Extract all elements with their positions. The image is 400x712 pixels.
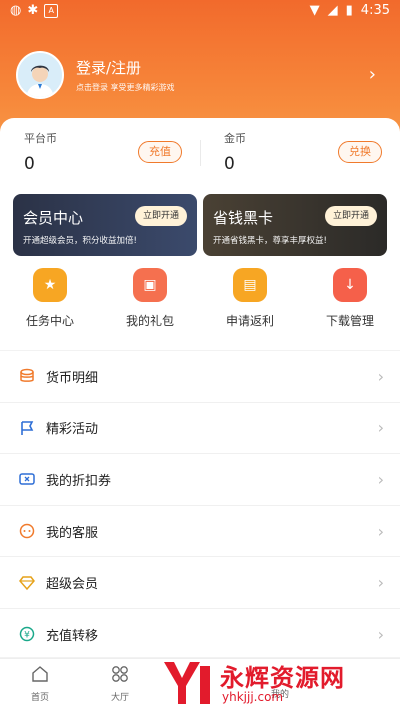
status-right: ▼ ◢ ▮ 4:35: [310, 3, 390, 18]
quick-label: 申请返利: [225, 314, 274, 328]
ticket-icon: [18, 470, 36, 488]
exchange-button[interactable]: 兑换: [338, 141, 382, 163]
quick-download-manager[interactable]: ↓ 下载管理: [310, 268, 390, 329]
quick-task-center[interactable]: ★ 任务中心: [10, 268, 90, 329]
profile-login[interactable]: 登录/注册 点击登录 享受更多精彩游戏 ›: [16, 51, 384, 99]
menu-customer-service[interactable]: 我的客服 ›: [0, 506, 400, 558]
chevron-right-icon[interactable]: ›: [369, 64, 376, 85]
platform-coin-label: 平台币: [24, 132, 57, 145]
svg-text:¥: ¥: [24, 631, 30, 641]
gold-coin-label: 金币: [224, 132, 246, 145]
coins-icon: [18, 367, 36, 385]
profile-text: 登录/注册 点击登录 享受更多精彩游戏: [76, 57, 175, 93]
menu-label: 超级会员: [46, 577, 99, 593]
login-subtitle: 点击登录 享受更多精彩游戏: [76, 83, 175, 92]
download-icon: ↓: [333, 268, 367, 302]
promo-subtitle: 开通超级会员，积分收益加倍!: [23, 236, 137, 246]
menu-list: 货币明细 › 精彩活动 › 我的折扣券 › 我的客服 › 超级会员 › ¥ 充值…: [0, 351, 400, 661]
platform-coin: 平台币 0: [24, 130, 57, 174]
avatar-icon: [18, 53, 62, 97]
app-notification-icon: A: [44, 3, 59, 18]
promo-subtitle: 开通省钱黑卡，尊享丰厚权益!: [213, 236, 327, 246]
promo-title: 会员中心: [23, 209, 84, 227]
menu-label: 货币明细: [46, 370, 99, 386]
open-black-card-button[interactable]: 立即开通: [324, 206, 377, 226]
login-title[interactable]: 登录/注册: [76, 57, 175, 78]
menu-label: 我的折扣券: [46, 473, 112, 489]
diamond-icon: [18, 574, 36, 592]
promo-member-center[interactable]: 会员中心 开通超级会员，积分收益加倍! 立即开通: [13, 194, 197, 256]
rebate-icon: ▤: [233, 268, 267, 302]
status-bar: ◍ ✱ A ▼ ◢ ▮ 4:35: [0, 0, 400, 24]
divider: [200, 140, 201, 166]
recharge-button[interactable]: 充值: [138, 141, 182, 163]
menu-label: 我的客服: [46, 525, 99, 541]
menu-super-vip[interactable]: 超级会员 ›: [0, 557, 400, 609]
task-icon: ★: [33, 268, 67, 302]
gift-icon: ▣: [133, 268, 167, 302]
platform-coin-value: 0: [24, 154, 35, 174]
tab-home[interactable]: 首页: [0, 665, 80, 703]
tab-label: 首页: [30, 693, 49, 703]
watermark-url: yhkjjj.com: [222, 690, 284, 704]
quick-label: 下载管理: [325, 314, 374, 328]
quick-my-gifts[interactable]: ▣ 我的礼包: [110, 268, 190, 329]
status-left: ◍ ✱ A: [10, 3, 59, 18]
chevron-right-icon: ›: [377, 418, 384, 438]
quick-label: 任务中心: [25, 314, 74, 328]
android-icon: ✱: [27, 3, 39, 18]
chevron-right-icon: ›: [377, 573, 384, 593]
menu-recharge-transfer[interactable]: ¥ 充值转移 ›: [0, 609, 400, 661]
wallet-card: 平台币 0 充值 金币 0 兑换 会员中心 开通超级会员，积分收益加倍! 立即开…: [0, 118, 400, 350]
menu-label: 充值转移: [46, 628, 99, 644]
menu-events[interactable]: 精彩活动 ›: [0, 403, 400, 455]
tab-label: 大厅: [110, 693, 129, 703]
wifi-off-icon: ◍: [10, 3, 22, 18]
quick-apply-rebate[interactable]: ▤ 申请返利: [210, 268, 290, 329]
promo-title: 省钱黑卡: [213, 209, 274, 227]
wifi-icon: ▼: [309, 3, 320, 18]
yuan-icon: ¥: [18, 625, 36, 643]
chat-icon: [18, 522, 36, 540]
home-icon: [32, 666, 48, 682]
flag-icon: [18, 419, 36, 437]
menu-label: 精彩活动: [46, 422, 99, 438]
signal-icon: ◢: [327, 3, 338, 18]
quick-label: 我的礼包: [125, 314, 174, 328]
avatar[interactable]: [16, 51, 64, 99]
chevron-right-icon: ›: [377, 521, 384, 541]
menu-coupons[interactable]: 我的折扣券 ›: [0, 454, 400, 506]
gold-coin: 金币 0: [224, 130, 246, 174]
battery-icon: ▮: [345, 3, 353, 18]
chevron-right-icon: ›: [377, 624, 384, 644]
grid-icon: [112, 666, 128, 682]
status-time: 4:35: [360, 3, 390, 18]
menu-currency-details[interactable]: 货币明细 ›: [0, 351, 400, 403]
gold-coin-value: 0: [224, 154, 235, 174]
chevron-right-icon: ›: [377, 469, 384, 489]
promo-black-card[interactable]: 省钱黑卡 开通省钱黑卡，尊享丰厚权益! 立即开通: [203, 194, 387, 256]
chevron-right-icon: ›: [377, 366, 384, 386]
watermark: 永辉资源网 yhkjjj.com: [160, 654, 400, 711]
watermark-logo-icon: [164, 662, 210, 704]
open-vip-button[interactable]: 立即开通: [134, 206, 187, 226]
watermark-title: 永辉资源网: [220, 664, 345, 692]
tab-hall[interactable]: 大厅: [80, 665, 160, 703]
